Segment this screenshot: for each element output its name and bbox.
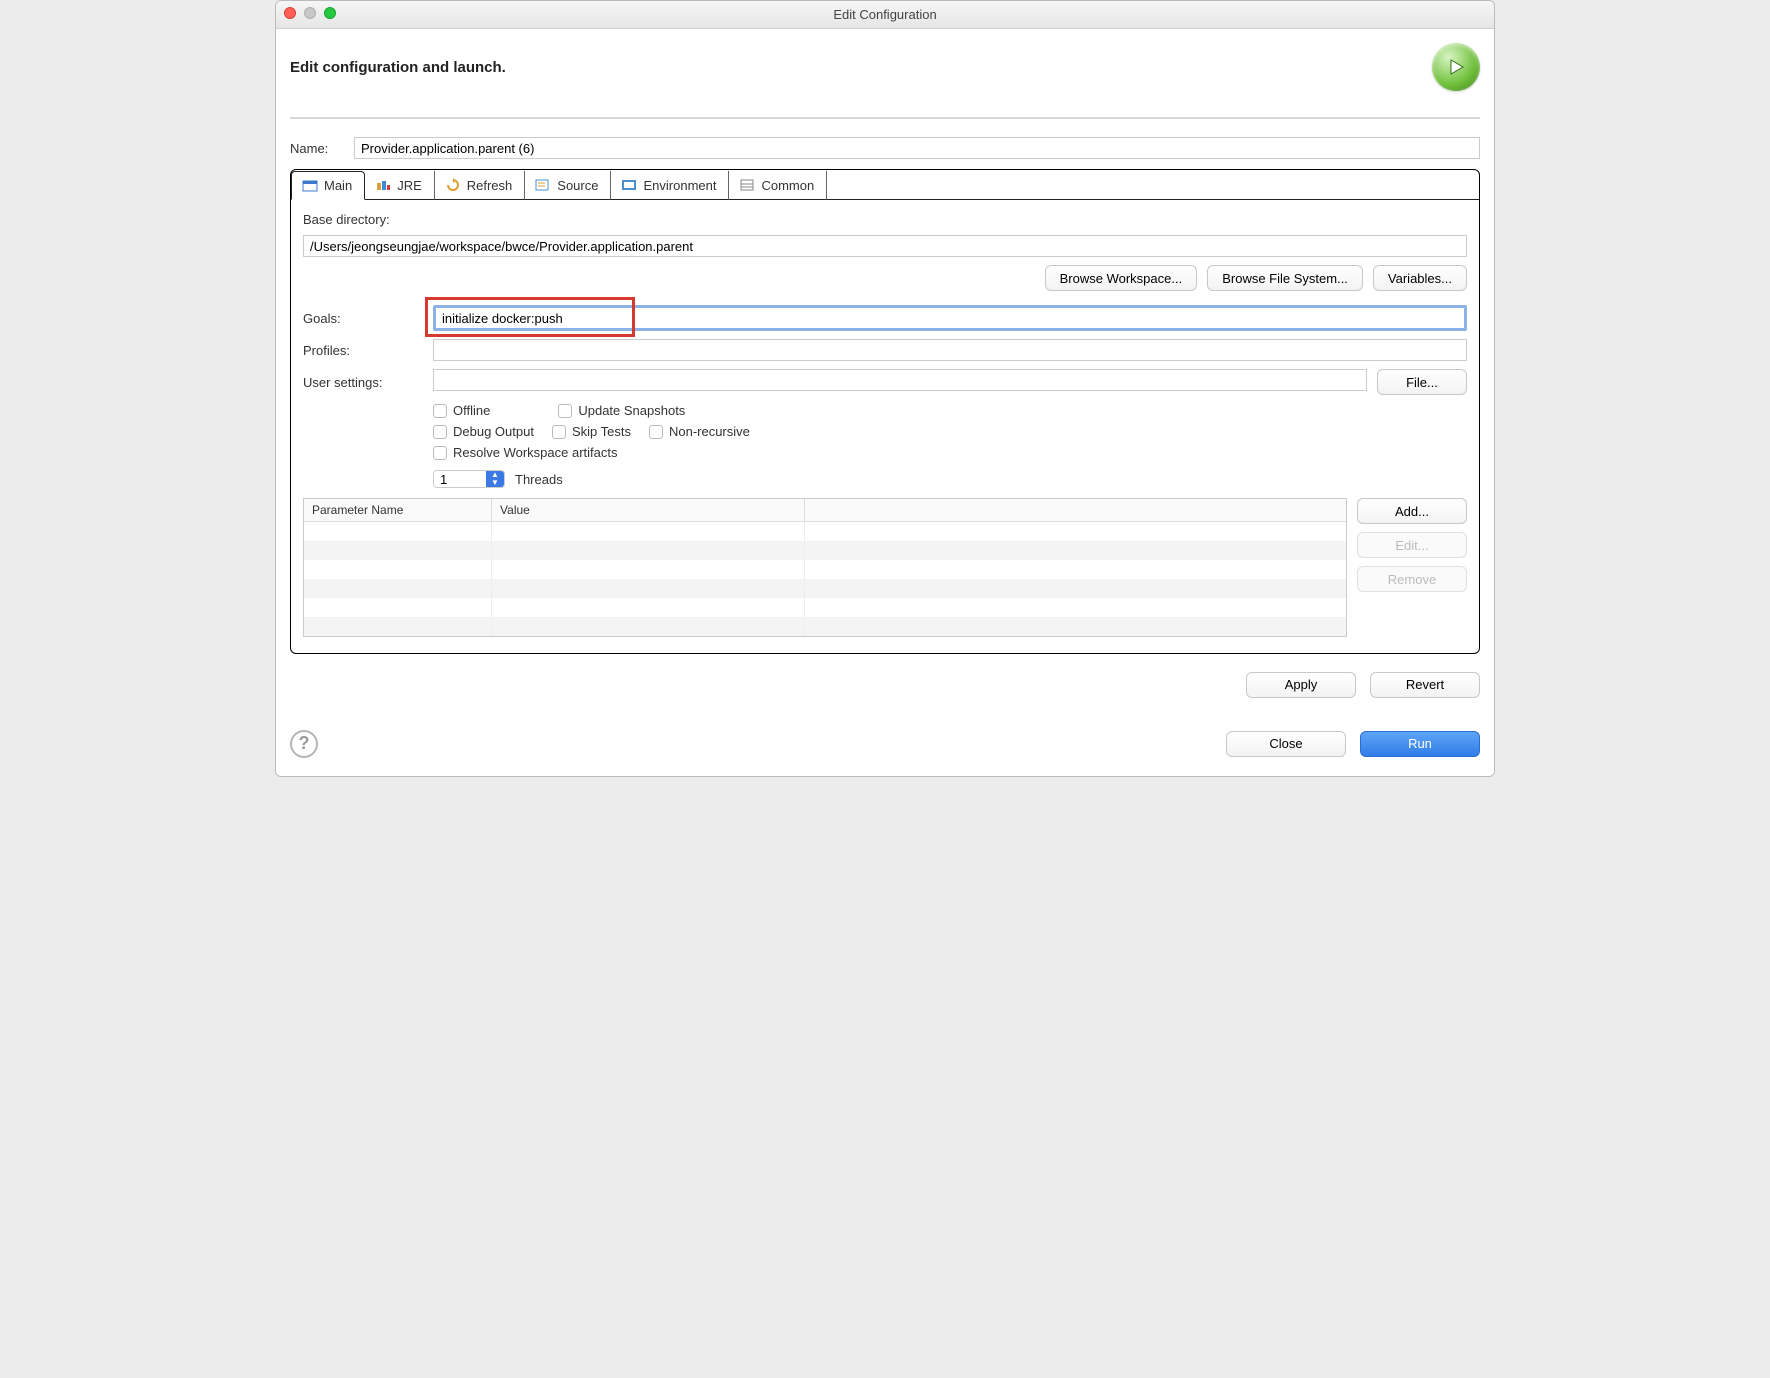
tab-source[interactable]: Source bbox=[525, 171, 611, 200]
non-recursive-label: Non-recursive bbox=[669, 424, 750, 439]
table-row[interactable] bbox=[304, 522, 1346, 541]
tab-common-label: Common bbox=[761, 178, 814, 193]
tab-environment-label: Environment bbox=[643, 178, 716, 193]
goals-input[interactable] bbox=[433, 305, 1467, 331]
table-row[interactable] bbox=[304, 579, 1346, 598]
common-tab-icon bbox=[739, 178, 755, 192]
refresh-tab-icon bbox=[445, 178, 461, 192]
update-snapshots-label: Update Snapshots bbox=[578, 403, 685, 418]
offline-label: Offline bbox=[453, 403, 490, 418]
run-icon bbox=[1432, 43, 1480, 91]
header: Edit configuration and launch. bbox=[290, 43, 1480, 119]
offline-checkbox[interactable] bbox=[433, 404, 447, 418]
tab-source-label: Source bbox=[557, 178, 598, 193]
jre-tab-icon bbox=[375, 178, 391, 192]
skip-tests-label: Skip Tests bbox=[572, 424, 631, 439]
window-title: Edit Configuration bbox=[833, 7, 936, 22]
titlebar: Edit Configuration bbox=[276, 1, 1494, 29]
resolve-workspace-checkbox[interactable] bbox=[433, 446, 447, 460]
table-row[interactable] bbox=[304, 541, 1346, 560]
threads-value[interactable] bbox=[434, 471, 486, 487]
threads-stepper[interactable]: ▲▼ bbox=[433, 470, 505, 488]
help-icon[interactable]: ? bbox=[290, 730, 318, 758]
tab-refresh-label: Refresh bbox=[467, 178, 513, 193]
close-button[interactable]: Close bbox=[1226, 731, 1346, 757]
debug-output-checkbox[interactable] bbox=[433, 425, 447, 439]
basedir-input[interactable] bbox=[303, 235, 1467, 257]
environment-tab-icon bbox=[621, 178, 637, 192]
edit-parameter-button: Edit... bbox=[1357, 532, 1467, 558]
dialog-window: Edit Configuration Edit configuration an… bbox=[275, 0, 1495, 777]
tab-main[interactable]: Main bbox=[291, 171, 365, 200]
source-tab-icon bbox=[535, 178, 551, 192]
table-row[interactable] bbox=[304, 560, 1346, 579]
tab-main-label: Main bbox=[324, 178, 352, 193]
debug-output-label: Debug Output bbox=[453, 424, 534, 439]
goals-label: Goals: bbox=[303, 311, 423, 326]
remove-parameter-button: Remove bbox=[1357, 566, 1467, 592]
add-parameter-button[interactable]: Add... bbox=[1357, 498, 1467, 524]
table-row[interactable] bbox=[304, 598, 1346, 617]
configuration-name-input[interactable] bbox=[354, 137, 1480, 159]
skip-tests-checkbox[interactable] bbox=[552, 425, 566, 439]
tab-panel: Main JRE Refresh Source Environment bbox=[290, 169, 1480, 654]
param-col-name: Parameter Name bbox=[304, 499, 492, 522]
revert-button[interactable]: Revert bbox=[1370, 672, 1480, 698]
threads-label: Threads bbox=[515, 472, 563, 487]
tab-bar: Main JRE Refresh Source Environment bbox=[291, 170, 1479, 200]
browse-workspace-button[interactable]: Browse Workspace... bbox=[1045, 265, 1198, 291]
tab-environment[interactable]: Environment bbox=[611, 171, 729, 200]
profiles-label: Profiles: bbox=[303, 343, 423, 358]
non-recursive-checkbox[interactable] bbox=[649, 425, 663, 439]
table-row[interactable] bbox=[304, 617, 1346, 636]
stepper-down-icon[interactable]: ▼ bbox=[486, 479, 504, 487]
user-settings-label: User settings: bbox=[303, 375, 423, 390]
tab-refresh[interactable]: Refresh bbox=[435, 171, 526, 200]
parameter-table[interactable]: Parameter Name Value bbox=[303, 498, 1347, 637]
dialog-body: Edit configuration and launch. Name: Mai… bbox=[276, 29, 1494, 776]
apply-button[interactable]: Apply bbox=[1246, 672, 1356, 698]
variables-button[interactable]: Variables... bbox=[1373, 265, 1467, 291]
tab-content-main: Base directory: Browse Workspace... Brow… bbox=[291, 200, 1479, 653]
tab-jre-label: JRE bbox=[397, 178, 422, 193]
user-settings-file-button[interactable]: File... bbox=[1377, 369, 1467, 395]
basedir-label: Base directory: bbox=[303, 212, 423, 227]
close-window-icon[interactable] bbox=[284, 7, 296, 19]
user-settings-input[interactable] bbox=[433, 369, 1367, 391]
update-snapshots-checkbox[interactable] bbox=[558, 404, 572, 418]
minimize-window-icon[interactable] bbox=[304, 7, 316, 19]
profiles-input[interactable] bbox=[433, 339, 1467, 361]
traffic-lights bbox=[284, 7, 336, 19]
tab-common[interactable]: Common bbox=[729, 171, 827, 200]
tab-jre[interactable]: JRE bbox=[365, 171, 435, 200]
maximize-window-icon[interactable] bbox=[324, 7, 336, 19]
name-label: Name: bbox=[290, 141, 344, 156]
resolve-workspace-label: Resolve Workspace artifacts bbox=[453, 445, 618, 460]
browse-filesystem-button[interactable]: Browse File System... bbox=[1207, 265, 1363, 291]
header-title: Edit configuration and launch. bbox=[290, 59, 506, 76]
param-col-value: Value bbox=[492, 499, 805, 522]
run-button[interactable]: Run bbox=[1360, 731, 1480, 757]
main-tab-icon bbox=[302, 179, 318, 193]
